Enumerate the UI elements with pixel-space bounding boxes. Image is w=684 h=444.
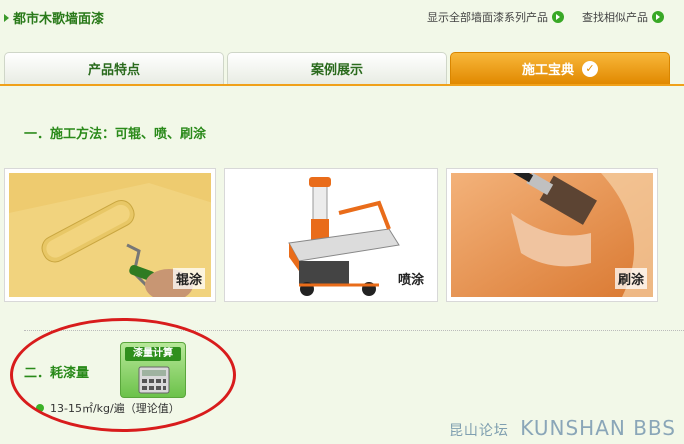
paint-calculator-label[interactable]: 漆量计算: [125, 347, 181, 361]
show-all-link[interactable]: 显示全部墙面漆系列产品: [427, 9, 564, 25]
paint-calculator-button[interactable]: 漆量计算: [120, 342, 186, 398]
page-header: 都市木歌墙面漆 显示全部墙面漆系列产品 查找相似产品: [0, 0, 684, 34]
section-divider: [24, 330, 684, 331]
tab-construction-guide[interactable]: 施工宝典 ✓: [450, 52, 670, 84]
method-card-brush[interactable]: 刷涂: [446, 168, 658, 302]
paint-brush-photo: 刷涂: [451, 173, 653, 297]
tab-underline: [0, 84, 684, 86]
spray-machine-photo: 喷涂: [229, 173, 433, 297]
show-all-link-label[interactable]: 显示全部墙面漆系列产品: [427, 9, 548, 25]
watermark-cn: 昆山论坛: [448, 423, 509, 439]
consumption-info: 13-15㎡/kg/遍（理论值）: [36, 400, 180, 416]
tab-bar: 产品特点 案例展示 施工宝典 ✓: [0, 52, 684, 84]
tab-cases-label[interactable]: 案例展示: [311, 59, 363, 78]
arrow-circle-icon[interactable]: [652, 11, 664, 23]
forum-watermark: 昆山论坛 KUNSHAN BBS: [449, 416, 676, 440]
method-caption: 喷涂: [394, 268, 427, 289]
arrow-circle-icon[interactable]: [552, 11, 564, 23]
tab-cases[interactable]: 案例展示: [227, 52, 447, 84]
product-title: 都市木歌墙面漆: [4, 8, 104, 27]
bullet-dot-icon: [36, 404, 44, 412]
arrow-right-icon: [4, 13, 9, 22]
consumption-value: 13-15㎡/kg/遍（理论值）: [50, 402, 180, 415]
tab-construction-guide-label[interactable]: 施工宝典: [522, 59, 574, 78]
tab-features-label[interactable]: 产品特点: [88, 59, 140, 78]
method-card-roller[interactable]: 辊涂: [4, 168, 216, 302]
method-caption: 刷涂: [614, 268, 647, 289]
section-method-title: 一．施工方法：可辊、喷、刷涂: [24, 127, 207, 142]
watermark-en: KUNSHAN BBS: [520, 416, 676, 440]
tab-features[interactable]: 产品特点: [4, 52, 224, 84]
method-card-spray[interactable]: 喷涂: [224, 168, 438, 302]
section-consumption-title: 二．耗漆量: [24, 366, 90, 381]
product-title-text: 都市木歌墙面漆: [13, 12, 105, 27]
paint-roller-photo: 辊涂: [9, 173, 211, 297]
find-similar-link-label[interactable]: 查找相似产品: [582, 9, 648, 25]
find-similar-link[interactable]: 查找相似产品: [582, 9, 664, 25]
calculator-icon: [138, 366, 170, 394]
method-caption: 辊涂: [172, 268, 205, 289]
check-circle-icon: ✓: [582, 60, 598, 77]
